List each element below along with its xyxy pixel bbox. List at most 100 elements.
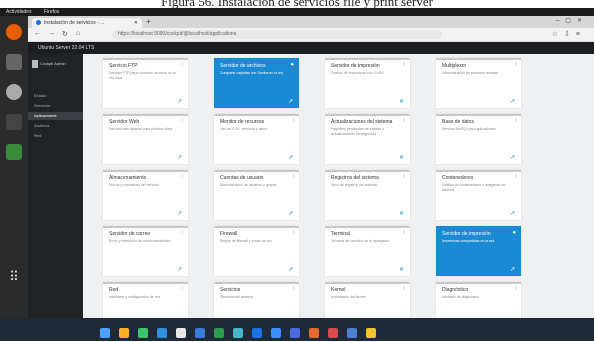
service-card[interactable]: Base de datos Servidor MySQL para aplicac… — [436, 114, 521, 164]
service-card-action-icon[interactable]: ↗ — [510, 210, 515, 217]
service-card[interactable]: Servidor de archivos Comparte carpetas co… — [214, 58, 299, 108]
service-card[interactable]: RedInterfaces y configuración de redi↗ — [103, 282, 188, 318]
url-field[interactable]: https://localhost:9090/cockpit/@localhos… — [112, 30, 442, 39]
taskbar-app-icon[interactable] — [195, 327, 205, 338]
sidebar-item-0[interactable]: Estado — [28, 92, 83, 100]
reload-icon[interactable]: ↻ — [62, 30, 68, 38]
new-tab-button[interactable]: + — [146, 17, 151, 26]
service-card-info-icon[interactable]: i — [404, 118, 405, 124]
taskbar-app-icon[interactable] — [309, 327, 319, 338]
service-card-info-icon[interactable]: i — [404, 230, 405, 236]
files-icon[interactable] — [6, 54, 22, 70]
service-card[interactable]: DiagnósticoInformes de diagnósticoi↗ — [436, 282, 521, 318]
host-name[interactable]: Ubuntu Server 22.04 LTS — [38, 42, 94, 54]
service-card[interactable]: Firewall Reglas de firewall y zonas de re… — [214, 226, 299, 276]
service-card-info-icon[interactable]: i — [515, 62, 516, 68]
service-card-info-icon[interactable]: i — [293, 230, 294, 236]
forward-icon[interactable]: → — [48, 30, 55, 37]
taskbar-app-icon[interactable] — [252, 327, 262, 338]
window-controls[interactable]: –▢✕ — [556, 17, 588, 24]
service-card[interactable]: Actualizaciones del sistema Paquetes pend… — [325, 114, 410, 164]
taskbar-app-icon[interactable] — [233, 327, 243, 338]
service-card-info-icon[interactable]: i — [404, 174, 405, 180]
service-card-action-icon[interactable]: ↗ — [288, 154, 293, 161]
service-card-info-icon[interactable]: ● — [290, 62, 294, 68]
show-applications-icon[interactable]: ⠿ — [7, 270, 21, 284]
service-card-description: Gestión de impresoras con CUPS — [331, 71, 384, 75]
service-card[interactable]: Cuentas de usuario Administración de usua… — [214, 170, 299, 220]
service-card[interactable]: Monitor de recursos Uso de CPU, memoria y… — [214, 114, 299, 164]
service-card[interactable]: Servicio FTP Servidor FTP para compartir … — [103, 58, 188, 108]
service-card[interactable]: Servidor de impresión Impresoras comparti… — [436, 226, 521, 276]
service-card-action-icon[interactable]: ↗ — [288, 266, 293, 273]
service-card-info-icon[interactable]: i — [182, 286, 183, 292]
service-card-action-icon[interactable]: ↗ — [177, 98, 182, 105]
taskbar-app-icon[interactable] — [347, 327, 357, 338]
service-card-action-icon[interactable]: ✕ — [399, 154, 404, 161]
service-card[interactable]: Registros del sistema Visor de registros … — [325, 170, 410, 220]
home-icon[interactable]: ⌂ — [76, 30, 80, 37]
sidebar-header[interactable]: Cockpit Admin — [32, 58, 80, 70]
service-card-info-icon[interactable]: i — [515, 174, 516, 180]
service-card-action-icon[interactable]: ✕ — [399, 98, 404, 105]
back-icon[interactable]: ← — [34, 30, 41, 37]
sidebar-item-1[interactable]: Servicios — [28, 102, 83, 110]
sidebar-item-2[interactable]: Aplicaciones — [28, 112, 83, 120]
tab-close-icon[interactable]: ✕ — [134, 18, 138, 28]
service-card-action-icon[interactable]: ↗ — [510, 98, 515, 105]
taskbar-app-icon[interactable] — [328, 327, 338, 338]
service-card-action-icon[interactable]: ↗ — [510, 266, 515, 273]
service-card-info-icon[interactable]: ● — [512, 230, 516, 236]
service-card[interactable]: Almacenamiento Discos y volúmenes del ser… — [103, 170, 188, 220]
sidebar-item-4[interactable]: Red — [28, 132, 83, 140]
service-card-title: Monitor de recursos — [220, 119, 265, 125]
taskbar-app-icon[interactable] — [271, 327, 281, 338]
taskbar-app-icon[interactable] — [138, 327, 148, 338]
taskbar-app-icon[interactable] — [366, 327, 376, 338]
service-card[interactable]: KernelInformación del kerneli✕ — [325, 282, 410, 318]
text-editor-icon[interactable] — [6, 144, 22, 160]
service-card-info-icon[interactable]: i — [404, 286, 405, 292]
service-card[interactable]: Servidor de impresión Gestión de impresor… — [325, 58, 410, 108]
service-card-action-icon[interactable]: ↗ — [177, 266, 182, 273]
service-card-action-icon[interactable]: ✕ — [399, 266, 404, 273]
service-card-action-icon[interactable]: ↗ — [177, 154, 182, 161]
firefox-icon[interactable] — [6, 24, 22, 40]
service-card-info-icon[interactable]: i — [515, 118, 516, 124]
service-card[interactable]: Terminal Terminal del servidor en el nave… — [325, 226, 410, 276]
taskbar-app-icon[interactable] — [119, 327, 129, 338]
service-card-title: Servidor Web — [109, 119, 140, 125]
settings-icon[interactable] — [6, 84, 22, 100]
service-card-action-icon[interactable]: ↗ — [288, 210, 293, 217]
sidebar-item-3[interactable]: Archivos — [28, 122, 83, 130]
service-card-action-icon[interactable]: ↗ — [177, 210, 182, 217]
tab-active[interactable]: Instalación de servicios - ... ✕ — [32, 18, 142, 28]
active-app-menu[interactable]: Firefox — [44, 8, 59, 16]
taskbar-app-icon[interactable] — [100, 327, 110, 338]
service-card-title: Kernel — [331, 287, 346, 293]
service-card[interactable]: Contenedores Gestión de contenedores e im… — [436, 170, 521, 220]
service-card-info-icon[interactable]: i — [182, 230, 183, 236]
service-card-info-icon[interactable]: i — [182, 174, 183, 180]
taskbar-app-icon[interactable] — [290, 327, 300, 338]
terminal-icon[interactable] — [6, 114, 22, 130]
extensions-icon[interactable]: ☆⇩≡ — [552, 30, 586, 38]
service-card-action-icon[interactable]: ✕ — [399, 210, 404, 217]
service-card-info-icon[interactable]: i — [515, 286, 516, 292]
service-card-info-icon[interactable]: i — [293, 174, 294, 180]
taskbar-app-icon[interactable] — [176, 327, 186, 338]
taskbar-app-icon[interactable] — [214, 327, 224, 338]
service-card[interactable]: ServiciosServicios del sistemai↗ — [214, 282, 299, 318]
service-card-info-icon[interactable]: i — [293, 286, 294, 292]
service-card-info-icon[interactable]: i — [404, 62, 405, 68]
service-card-action-icon[interactable]: ↗ — [288, 98, 293, 105]
service-card-info-icon[interactable]: i — [182, 118, 183, 124]
service-card-info-icon[interactable]: i — [293, 118, 294, 124]
service-card[interactable]: Multiplexor Administración de sesiones re… — [436, 58, 521, 108]
taskbar-app-icon[interactable] — [157, 327, 167, 338]
activities-button[interactable]: Actividades — [6, 8, 32, 16]
service-card[interactable]: Servidor de correo Envío y recepción de c… — [103, 226, 188, 276]
service-card-action-icon[interactable]: ↗ — [510, 154, 515, 161]
service-card[interactable]: Servidor Web Servidor web Apache para pub… — [103, 114, 188, 164]
service-card-info-icon[interactable]: i — [182, 62, 183, 68]
